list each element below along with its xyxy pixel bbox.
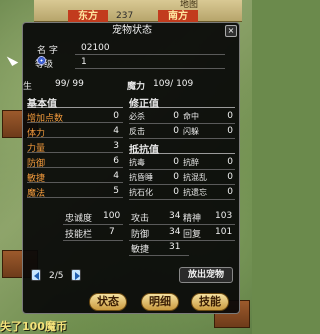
base-stat-row: 力量 3 (27, 140, 123, 154)
base-stat-label: 体力 (27, 129, 46, 139)
loyalty-label: 忠诚度 (65, 214, 93, 224)
divider (129, 184, 235, 185)
resistance-value: 0 (173, 172, 179, 182)
hp-label: 生 (23, 82, 33, 92)
correction-label: 必杀 (129, 112, 145, 121)
divider (63, 240, 123, 241)
correction-value: 0 (227, 111, 233, 121)
resistance-value: 0 (173, 187, 179, 197)
defense-value: 34 (169, 227, 181, 237)
name-label: 名 字 (37, 46, 58, 56)
base-stat-row: 增加点数 0 (27, 110, 123, 124)
resistance-value: 0 (227, 157, 233, 167)
divider (129, 240, 235, 241)
resistance-cell: 抗昏睡 0 (129, 171, 181, 184)
correction-cell: 命中 0 (183, 110, 235, 123)
system-message: 失了100魔币 (0, 320, 67, 333)
pet-status-panel: 宠物状态 × 名 字 02100 等级 1 生 99/ 99 魔力 109/ 1… (22, 22, 240, 314)
page-indicator: 2/5 (49, 271, 64, 281)
resistance-label: 抗遗忘 (183, 188, 207, 197)
divider (63, 224, 123, 225)
resistance-cell: 抗遗忘 0 (183, 186, 235, 199)
base-stat-value: 0 (113, 111, 119, 121)
resistance-label: 抗毒 (129, 158, 145, 167)
base-stat-row: 体力 4 (27, 125, 123, 139)
name-field (75, 43, 225, 55)
divider (129, 138, 235, 139)
defense-label: 防御 (131, 230, 150, 240)
base-stat-value: 4 (113, 126, 119, 136)
minimap-title: 地图 (179, 0, 198, 10)
skill-slot-value: 7 (109, 227, 115, 237)
hp-value: 99/ 99 (55, 79, 84, 89)
agility-value: 31 (169, 242, 181, 252)
base-stat-row: 敏捷 4 (27, 170, 123, 184)
panel-title: 宠物状态 (112, 25, 152, 36)
recovery-label: 回复 (183, 230, 202, 240)
arrow-left-icon (34, 272, 39, 280)
correction-label: 反击 (129, 127, 145, 136)
resistance-value: 0 (173, 157, 179, 167)
base-stat-label: 魔法 (27, 189, 46, 199)
base-stats-header: 基本值 (27, 95, 123, 110)
skill-slot-label: 技能栏 (65, 230, 93, 240)
base-stat-value: 3 (113, 141, 119, 151)
resistance-cell: 抗混乱 0 (183, 171, 235, 184)
close-button[interactable]: × (225, 25, 237, 37)
correction-label: 命中 (183, 112, 199, 121)
base-stat-value: 4 (113, 171, 119, 181)
recovery-value: 101 (215, 227, 233, 237)
level-field (75, 57, 225, 69)
release-pet-button[interactable]: 放出宠物 (179, 267, 233, 283)
resistance-value: 0 (227, 172, 233, 182)
resistance-label: 抗石化 (129, 188, 153, 197)
tab-detail[interactable]: 明细 (141, 293, 179, 311)
correction-label: 闪躲 (183, 127, 199, 136)
orb-icon (37, 56, 46, 65)
arrow-right-icon (75, 272, 80, 280)
base-stat-label: 增加点数 (27, 114, 64, 124)
divider (129, 169, 235, 170)
attack-value: 34 (169, 211, 181, 221)
base-stat-label: 敏捷 (27, 174, 46, 184)
tab-skills[interactable]: 技能 (191, 293, 229, 311)
mp-label: 魔力 (127, 82, 146, 92)
correction-header: 修正值 (129, 95, 235, 110)
prev-page-button[interactable] (31, 269, 41, 281)
resistance-cell: 抗醉 0 (183, 156, 235, 169)
base-stat-row: 魔法 5 (27, 185, 123, 199)
spirit-label: 精神 (183, 214, 202, 224)
correction-value: 0 (173, 126, 179, 136)
resistance-label: 抗混乱 (183, 173, 207, 182)
agility-label: 敏捷 (131, 245, 150, 255)
correction-cell: 反击 0 (129, 125, 181, 138)
attack-label: 攻击 (131, 214, 150, 224)
divider (129, 123, 235, 124)
base-stat-value: 6 (113, 156, 119, 166)
divider (129, 255, 189, 256)
next-page-button[interactable] (71, 269, 81, 281)
tab-status[interactable]: 状态 (89, 293, 127, 311)
divider (129, 224, 235, 225)
base-stat-value: 5 (113, 186, 119, 196)
resistance-cell: 抗毒 0 (129, 156, 181, 169)
mp-value: 109/ 109 (153, 79, 194, 89)
correction-cell: 必杀 0 (129, 110, 181, 123)
base-stat-label: 防御 (27, 159, 46, 169)
spirit-value: 103 (215, 211, 233, 221)
base-stat-row: 防御 6 (27, 155, 123, 169)
resistance-header: 抵抗值 (129, 141, 235, 156)
resistance-cell: 抗石化 0 (129, 186, 181, 199)
correction-value: 0 (173, 111, 179, 121)
map-coordinate: 237 (116, 11, 134, 21)
base-stat-label: 力量 (27, 144, 46, 154)
resistance-value: 0 (227, 187, 233, 197)
correction-value: 0 (227, 126, 233, 136)
loyalty-value: 100 (103, 211, 121, 221)
resistance-label: 抗昏睡 (129, 173, 153, 182)
resistance-label: 抗醉 (183, 158, 199, 167)
correction-cell: 闪躲 0 (183, 125, 235, 138)
divider (129, 199, 235, 200)
